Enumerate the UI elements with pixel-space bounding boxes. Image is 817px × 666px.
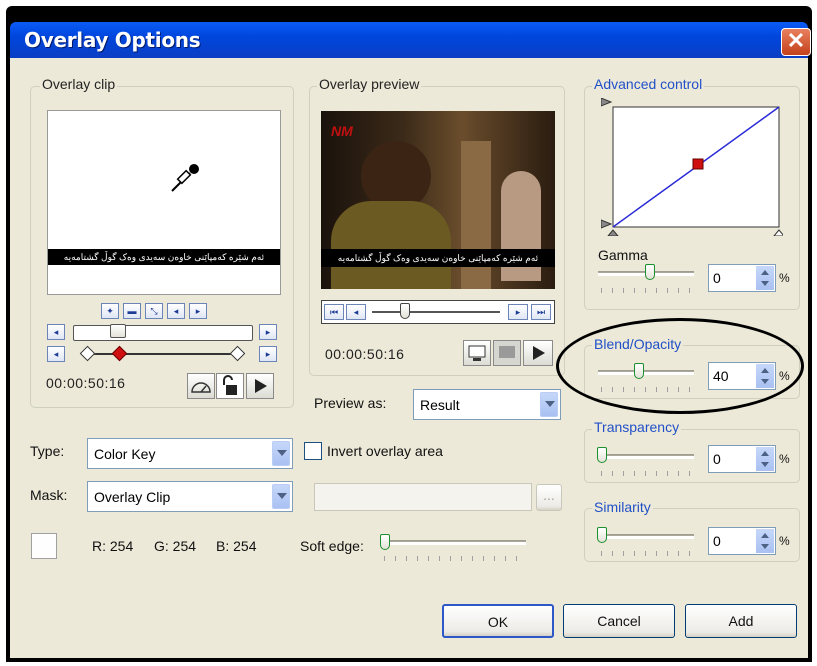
preview-end-icon[interactable]: ⏭: [531, 304, 551, 320]
similarity-ticks: [601, 551, 695, 556]
overlay-clip-label: Overlay clip: [40, 76, 118, 92]
preview-prev-icon[interactable]: ◂: [346, 304, 366, 320]
clip-subtitle-bar: ئەم شێرە کەمپاێنی خاوەن سەیدی وەک گوڵ گش…: [48, 249, 280, 265]
window-title: Overlay Options: [24, 28, 201, 52]
similarity-label: Similarity: [592, 499, 653, 515]
type-select[interactable]: Color Key: [87, 438, 293, 469]
gamma-thumb[interactable]: [645, 264, 655, 280]
color-b: B: 254: [216, 538, 257, 554]
speed-gauge-icon[interactable]: [187, 373, 215, 399]
gamma-value: 0: [713, 270, 721, 286]
close-icon: ✕: [786, 28, 806, 53]
next-frame-icon[interactable]: ▸: [259, 324, 277, 340]
similarity-track[interactable]: [598, 534, 694, 539]
trim-end-icon[interactable]: ▸: [259, 346, 277, 362]
transparency-unit: %: [779, 452, 790, 466]
mask-select[interactable]: Overlay Clip: [87, 481, 293, 512]
mask-value: Overlay Clip: [94, 489, 171, 505]
preview-as-select[interactable]: Result: [413, 389, 561, 420]
preview-subtitle-bar: ئەم شێرە کەمپاێنی خاوەن سەیدی وەک گوڵ گش…: [321, 249, 555, 267]
type-label: Type:: [30, 443, 65, 459]
fit-icon[interactable]: ⤡: [145, 303, 163, 319]
similarity-spinner[interactable]: 0: [708, 527, 776, 555]
chevron-down-icon[interactable]: [540, 392, 558, 417]
trim-start-icon[interactable]: ◂: [47, 346, 65, 362]
gamma-ticks: [601, 288, 695, 293]
display-mode-icon[interactable]: [463, 340, 491, 366]
gamma-label: Gamma: [598, 247, 648, 263]
gamma-spinner[interactable]: 0: [708, 264, 776, 292]
similarity-thumb[interactable]: [597, 527, 607, 543]
color-g: G: 254: [154, 538, 197, 554]
prev-key-icon[interactable]: ◂: [167, 303, 185, 319]
ok-button[interactable]: OK: [442, 604, 554, 638]
mask-label: Mask:: [30, 487, 68, 503]
preview-as-value: Result: [420, 397, 460, 413]
gamma-unit: %: [779, 271, 790, 285]
figure-body: [331, 201, 451, 289]
soft-edge-label: Soft edge:: [300, 538, 364, 554]
trim-range-line: [82, 353, 238, 355]
overlay-preview-video[interactable]: NM ئەم شێرە کەمپاێنی خاوەن سەیدی وەک گوڵ…: [321, 111, 555, 289]
monitor-icon[interactable]: [493, 340, 521, 366]
preview-timecode: 00:00:50:16: [325, 346, 405, 362]
lock-icon[interactable]: [216, 373, 244, 399]
play-preview-icon[interactable]: [523, 340, 553, 366]
preview-next-icon[interactable]: ▸: [508, 304, 528, 320]
highlight-ellipse: [556, 318, 804, 414]
transparency-track[interactable]: [598, 454, 694, 459]
overlay-clip-canvas[interactable]: ئەم شێرە کەمپاێنی خاوەن سەیدی وەک گوڵ گش…: [47, 110, 281, 295]
mask-browse-button[interactable]: ...: [536, 484, 562, 511]
channel-logo: NM: [331, 123, 353, 139]
transparency-spinner[interactable]: 0: [708, 445, 776, 473]
clip-scrub-thumb[interactable]: [110, 324, 126, 338]
chevron-down-icon[interactable]: [272, 441, 290, 466]
preview-as-label: Preview as:: [314, 395, 387, 411]
soft-edge-track[interactable]: [384, 540, 526, 545]
soft-edge-thumb[interactable]: [380, 534, 390, 550]
similarity-unit: %: [779, 534, 790, 548]
type-value: Color Key: [94, 446, 156, 462]
transparency-value: 0: [713, 451, 721, 467]
spin-up-down-icon[interactable]: [756, 447, 774, 471]
play-clip-icon[interactable]: [246, 373, 274, 399]
transparency-thumb[interactable]: [597, 447, 607, 463]
similarity-value: 0: [713, 533, 721, 549]
cancel-button[interactable]: Cancel: [563, 604, 675, 638]
mark-out-icon[interactable]: ▬: [123, 303, 141, 319]
spin-up-down-icon[interactable]: [756, 529, 774, 553]
key-color-swatch[interactable]: [31, 533, 57, 559]
prev-frame-icon[interactable]: ◂: [47, 324, 65, 340]
soft-edge-ticks: [384, 556, 526, 561]
preview-start-icon[interactable]: ⏮: [324, 304, 344, 320]
invert-label[interactable]: Invert overlay area: [327, 443, 443, 459]
mask-file-field[interactable]: [314, 483, 532, 511]
eyedropper-icon: [171, 164, 199, 192]
overlay-preview-label: Overlay preview: [317, 76, 422, 92]
advanced-control-label: Advanced control: [592, 76, 705, 92]
transparency-ticks: [601, 471, 695, 476]
advanced-curve-editor[interactable]: [600, 97, 786, 237]
preview-scrub-thumb[interactable]: [400, 303, 410, 319]
add-button[interactable]: Add: [685, 604, 797, 638]
next-key-icon[interactable]: ▸: [189, 303, 207, 319]
clip-timecode: 00:00:50:16: [46, 375, 126, 391]
spin-up-down-icon[interactable]: [756, 266, 774, 290]
preview-scrub-track: [372, 311, 500, 313]
invert-checkbox[interactable]: [304, 442, 322, 460]
transparency-label: Transparency: [592, 419, 682, 435]
chevron-down-icon[interactable]: [272, 484, 290, 509]
mark-in-icon[interactable]: ✦: [101, 303, 119, 319]
close-button[interactable]: ✕: [781, 28, 811, 56]
color-r: R: 254: [92, 538, 134, 554]
clip-scrub-track[interactable]: [73, 325, 253, 341]
